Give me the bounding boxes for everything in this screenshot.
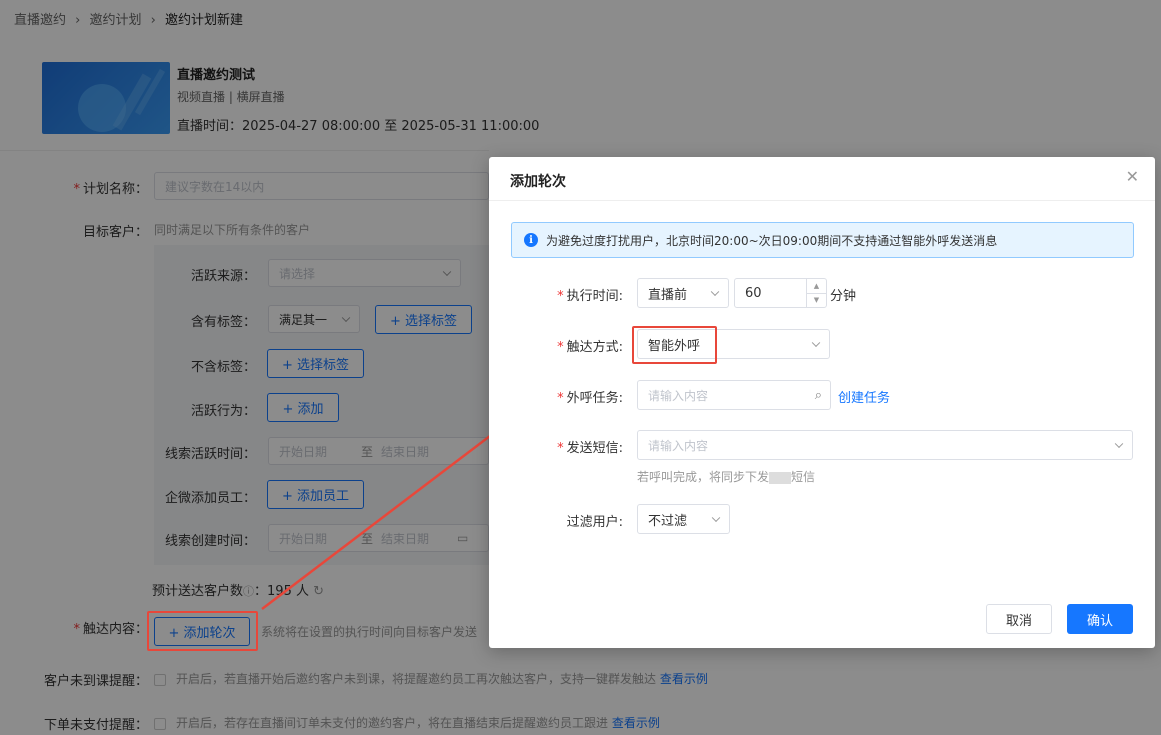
create-task-link[interactable]: 创建任务 bbox=[838, 387, 890, 406]
annotation-box-reach-method bbox=[632, 326, 717, 364]
reach-method-label: * 触达方式: bbox=[557, 340, 623, 355]
notice-banner: i 为避免过度打扰用户，北京时间20:00~次日09:00期间不支持通过智能外呼… bbox=[511, 222, 1134, 258]
stepper-down-icon[interactable]: ▼ bbox=[807, 294, 826, 308]
stepper-up-icon[interactable]: ▲ bbox=[807, 279, 826, 294]
chevron-down-icon bbox=[1114, 439, 1124, 449]
filter-select[interactable]: 不过滤 bbox=[637, 504, 730, 534]
redacted-block bbox=[769, 471, 792, 484]
exec-time-input[interactable]: 60 ▲ ▼ bbox=[734, 278, 827, 308]
dialog-title: 添加轮次 bbox=[510, 174, 566, 190]
info-icon: i bbox=[524, 233, 538, 247]
exec-time-label: * 执行时间: bbox=[557, 289, 623, 304]
exec-time-unit: 分钟 bbox=[830, 289, 857, 304]
confirm-button[interactable]: 确认 bbox=[1067, 604, 1133, 634]
stepper-buttons: ▲ ▼ bbox=[806, 279, 826, 307]
call-task-label: * 外呼任务: bbox=[557, 391, 623, 406]
search-icon[interactable]: ⌕ bbox=[815, 388, 822, 403]
add-round-dialog: 添加轮次 ✕ i 为避免过度打扰用户，北京时间20:00~次日09:00期间不支… bbox=[489, 157, 1155, 648]
chevron-down-icon bbox=[811, 338, 821, 348]
notice-text: 为避免过度打扰用户，北京时间20:00~次日09:00期间不支持通过智能外呼发送… bbox=[546, 233, 998, 248]
cancel-button[interactable]: 取消 bbox=[986, 604, 1052, 634]
sms-select[interactable]: 请输入内容 bbox=[637, 430, 1133, 460]
filter-label: 过滤用户: bbox=[566, 515, 623, 530]
exec-time-select[interactable]: 直播前 bbox=[637, 278, 729, 308]
dialog-divider bbox=[489, 200, 1155, 201]
sms-hint: 若呼叫完成，将同步下发 短信 bbox=[637, 470, 816, 484]
sms-label: * 发送短信: bbox=[557, 441, 623, 456]
chevron-down-icon bbox=[711, 513, 721, 523]
call-task-input[interactable]: 请输入内容 ⌕ bbox=[637, 380, 831, 410]
chevron-down-icon bbox=[710, 287, 720, 297]
close-icon[interactable]: ✕ bbox=[1126, 167, 1139, 186]
